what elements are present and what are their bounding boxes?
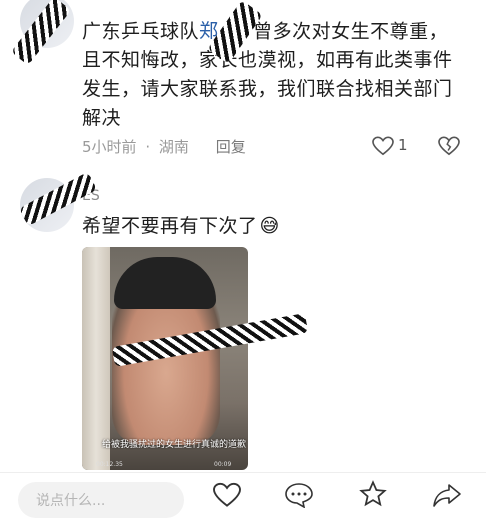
comment-input[interactable]: 说点什么... bbox=[18, 482, 184, 518]
comment-text: 广东乒乓球队郑 宇⚲曾多次对女生不尊重，且不知悔改，家长也漠视，如再有此类事件发… bbox=[82, 20, 453, 130]
heart-icon[interactable] bbox=[212, 482, 242, 508]
timestamp: 5小时前 bbox=[82, 138, 137, 156]
video-thumbnail[interactable]: 给被我骚扰过的女生进行真诚的道歉 00:12.35 00:09 bbox=[82, 247, 248, 470]
input-placeholder: 说点什么... bbox=[36, 493, 106, 509]
heart-icon[interactable] bbox=[372, 136, 394, 156]
meta-separator: · bbox=[145, 138, 151, 156]
star-icon[interactable] bbox=[358, 480, 388, 508]
like-count: 1 bbox=[398, 136, 408, 154]
video-time-current: 00:12.35 bbox=[96, 461, 123, 468]
reply-button[interactable]: 回复 bbox=[216, 138, 246, 156]
emoji: 😅 bbox=[259, 215, 280, 237]
video-caption: 给被我骚扰过的女生进行真诚的道歉 bbox=[102, 440, 247, 450]
share-icon[interactable] bbox=[432, 482, 462, 508]
comment-icon[interactable] bbox=[284, 482, 314, 508]
location: 湖南 bbox=[158, 138, 189, 156]
comment-text: 希望不要再有下次了 😅 bbox=[82, 215, 280, 237]
hair bbox=[114, 257, 216, 309]
video-time-total: 00:09 bbox=[214, 461, 232, 468]
broken-heart-icon[interactable] bbox=[438, 136, 460, 156]
comment-meta: 5小时前 · 湖南 回复 bbox=[82, 136, 246, 157]
